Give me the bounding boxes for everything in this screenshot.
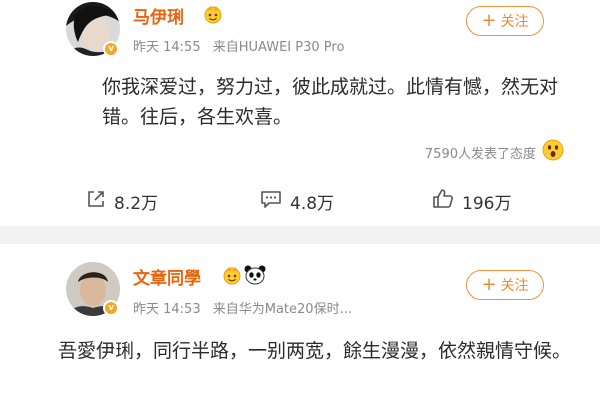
follow-label: 关注 bbox=[500, 278, 529, 294]
thumbs-up-icon bbox=[432, 188, 454, 215]
post-meta: 昨天 14:53 来自华为Mate20保时... bbox=[133, 298, 352, 317]
surprised-face-icon bbox=[542, 139, 564, 165]
follow-button[interactable]: + 关注 bbox=[466, 270, 544, 300]
comment-icon bbox=[260, 189, 282, 214]
share-icon bbox=[86, 189, 106, 214]
reactions-summary[interactable]: 7590人发表了态度 bbox=[425, 139, 564, 165]
verified-badge-icon: v bbox=[103, 41, 119, 57]
post-source: 来自HUAWEI P30 Pro bbox=[212, 40, 345, 55]
action-bar: 8.2万 4.8万 196万 bbox=[0, 186, 600, 216]
follow-label: 关注 bbox=[500, 14, 529, 30]
verified-badge-icon: v bbox=[103, 300, 119, 316]
post-divider bbox=[0, 226, 600, 244]
plus-icon: + bbox=[481, 10, 497, 31]
author-name[interactable]: 文章同學 bbox=[133, 264, 201, 289]
crown-icon bbox=[222, 265, 242, 289]
post-source: 来自华为Mate20保时... bbox=[212, 302, 352, 317]
crown-icon bbox=[203, 4, 223, 28]
plus-icon: + bbox=[481, 274, 497, 295]
panda-icon bbox=[244, 265, 266, 289]
like-count: 196万 bbox=[462, 193, 512, 214]
comment-button[interactable]: 4.8万 bbox=[260, 186, 334, 216]
reactions-text: 7590人发表了态度 bbox=[424, 146, 536, 162]
post-time: 昨天 14:53 bbox=[133, 302, 201, 317]
share-count: 8.2万 bbox=[114, 193, 159, 214]
post-content: 吾愛伊琍，同行半路，一别两宽，餘生漫漫，依然親情守候。 bbox=[58, 340, 572, 362]
post-meta: 昨天 14:55 来自HUAWEI P30 Pro bbox=[133, 36, 344, 55]
author-name[interactable]: 马伊琍 bbox=[133, 3, 184, 28]
post-content: 你我深爱过，努力过，彼此成就过。此情有憾，然无对错。往后，各生欢喜。 bbox=[102, 76, 559, 128]
follow-button[interactable]: + 关注 bbox=[466, 6, 544, 36]
share-button[interactable]: 8.2万 bbox=[86, 186, 158, 216]
like-button[interactable]: 196万 bbox=[432, 186, 511, 216]
post-time: 昨天 14:55 bbox=[133, 40, 201, 55]
weibo-post-1: v 马伊琍 昨天 14:55 来自HUAWEI P30 Pro + 关注 你我深… bbox=[0, 0, 600, 226]
comment-count: 4.8万 bbox=[290, 193, 335, 214]
